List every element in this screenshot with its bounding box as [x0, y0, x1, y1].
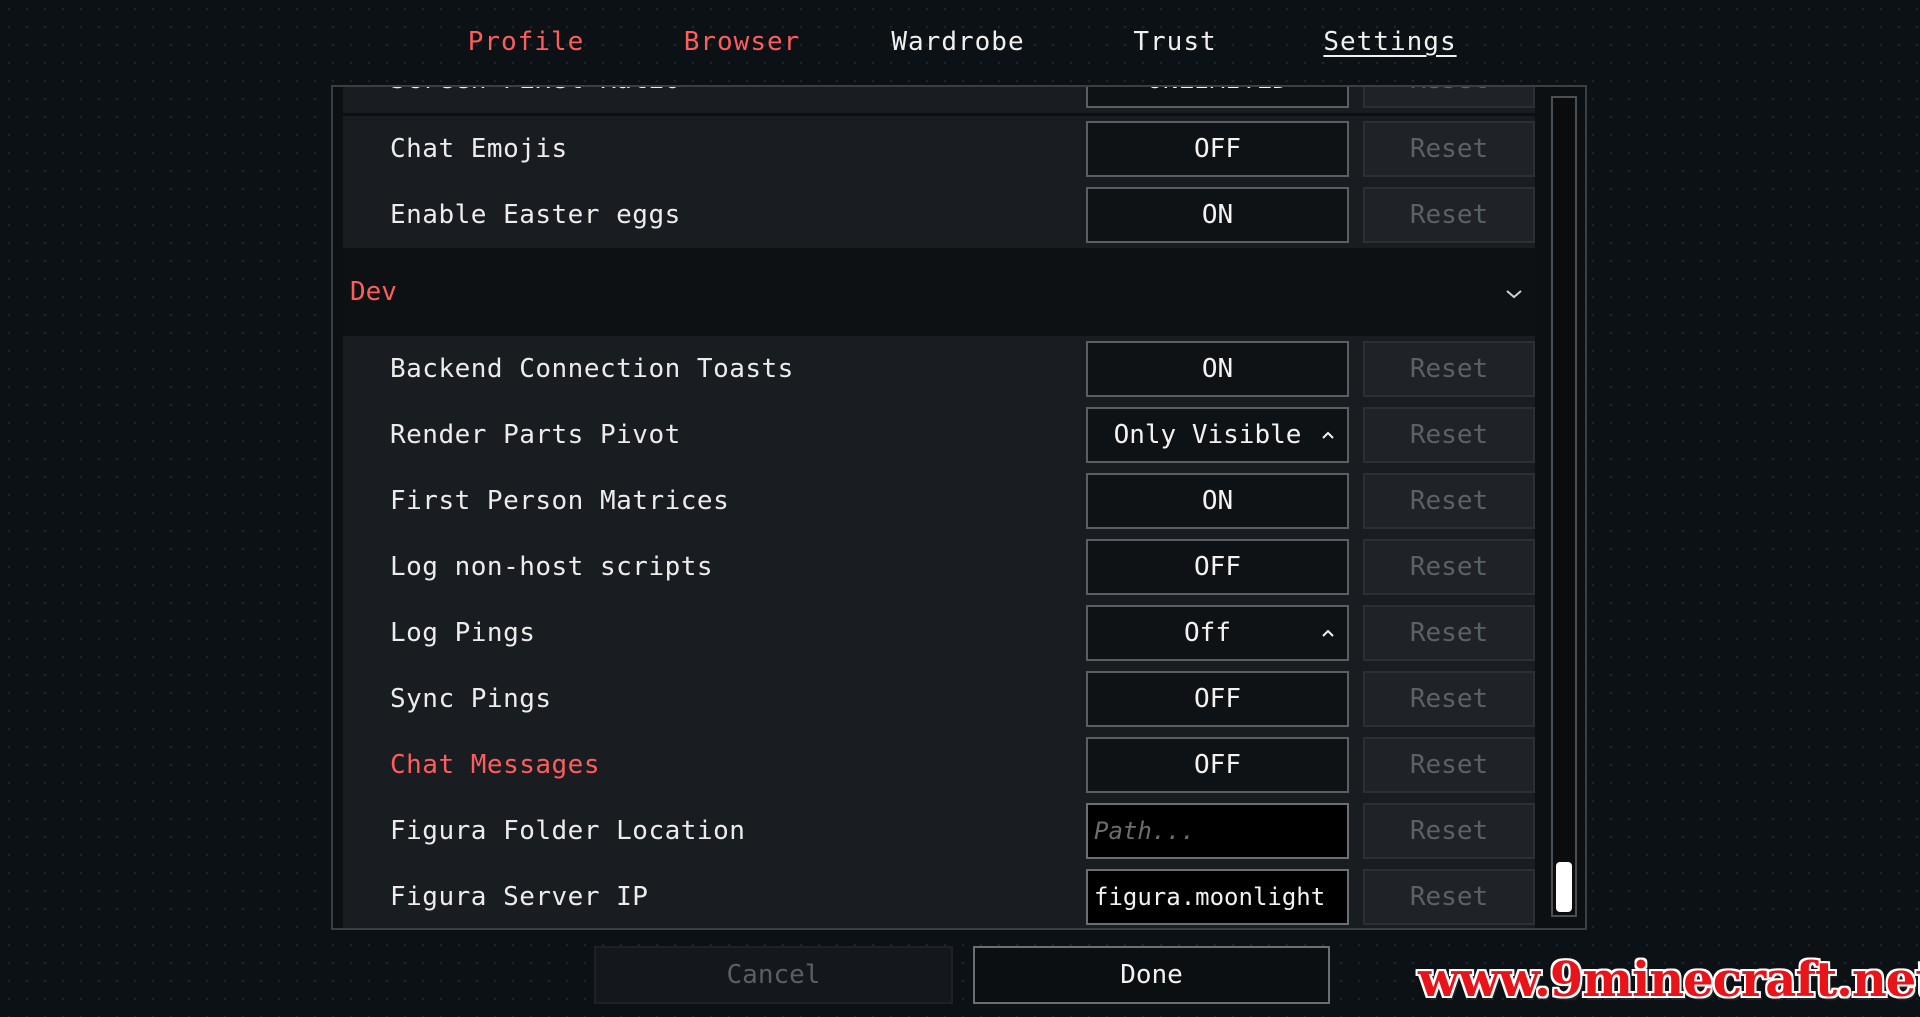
setting-label: Enable Easter eggs: [390, 200, 681, 230]
setting-label: Figura Server IP: [390, 882, 649, 912]
settings-row-chat-emojis: Chat Emojis OFF Reset: [343, 116, 1535, 182]
category-dev[interactable]: Dev: [343, 248, 1535, 336]
settings-row-partial: Screen Pixel Ratio UNLIMITED Reset: [343, 87, 1535, 113]
reset-button[interactable]: Reset: [1363, 121, 1535, 177]
setting-label: Backend Connection Toasts: [390, 354, 794, 384]
category-label: Dev: [350, 277, 397, 307]
settings-row-chat-messages: Chat Messages OFF Reset: [343, 732, 1535, 798]
reset-button[interactable]: Reset: [1363, 187, 1535, 243]
settings-row-sync-pings: Sync Pings OFF Reset: [343, 666, 1535, 732]
settings-row-easter-eggs: Enable Easter eggs ON Reset: [343, 182, 1535, 248]
reset-button[interactable]: Reset: [1363, 869, 1535, 925]
reset-button[interactable]: Reset: [1363, 473, 1535, 529]
dropdown-button[interactable]: Only Visible: [1086, 407, 1349, 463]
reset-button[interactable]: Reset: [1363, 605, 1535, 661]
reset-button[interactable]: Reset: [1363, 87, 1535, 108]
top-tab-bar: Profile Browser Wardrobe Trust Settings: [0, 22, 1920, 62]
dropdown-value: Off: [1184, 618, 1231, 648]
setting-label: First Person Matrices: [390, 486, 730, 516]
cancel-button[interactable]: Cancel: [594, 946, 953, 1004]
setting-label: Log non-host scripts: [390, 552, 714, 582]
settings-list: Screen Pixel Ratio UNLIMITED Reset Chat …: [343, 87, 1535, 928]
settings-row-folder-location: Figura Folder Location Reset: [343, 798, 1535, 864]
folder-path-input[interactable]: [1086, 803, 1349, 859]
setting-label: Screen Pixel Ratio: [390, 87, 681, 113]
settings-row-log-non-host-scripts: Log non-host scripts OFF Reset: [343, 534, 1535, 600]
setting-value-button[interactable]: UNLIMITED: [1086, 87, 1349, 108]
setting-label: Chat Messages: [390, 750, 600, 780]
tab-wardrobe[interactable]: Wardrobe: [880, 22, 1036, 62]
reset-button[interactable]: Reset: [1363, 671, 1535, 727]
setting-label: Chat Emojis: [390, 134, 568, 164]
reset-button[interactable]: Reset: [1363, 341, 1535, 397]
toggle-button[interactable]: ON: [1086, 341, 1349, 397]
chevron-up-icon: [1321, 607, 1335, 659]
done-button[interactable]: Done: [973, 946, 1330, 1004]
chevron-down-icon: [1505, 248, 1523, 336]
scrollbar-thumb[interactable]: [1556, 862, 1572, 912]
settings-row-log-pings: Log Pings Off Reset: [343, 600, 1535, 666]
scrollbar[interactable]: [1551, 96, 1577, 917]
setting-label: Render Parts Pivot: [390, 420, 681, 450]
tab-trust[interactable]: Trust: [1125, 22, 1225, 62]
reset-button[interactable]: Reset: [1363, 737, 1535, 793]
setting-label: Sync Pings: [390, 684, 552, 714]
settings-row-server-ip: Figura Server IP Reset: [343, 864, 1535, 928]
site-watermark: www.9minecraft.net: [1418, 952, 1920, 1008]
tab-browser[interactable]: Browser: [668, 22, 816, 62]
chevron-up-icon: [1321, 409, 1335, 461]
settings-panel: Screen Pixel Ratio UNLIMITED Reset Chat …: [331, 85, 1587, 930]
reset-button[interactable]: Reset: [1363, 803, 1535, 859]
setting-label: Figura Folder Location: [390, 816, 746, 846]
reset-button[interactable]: Reset: [1363, 407, 1535, 463]
toggle-button[interactable]: OFF: [1086, 121, 1349, 177]
settings-row-backend-toasts: Backend Connection Toasts ON Reset: [343, 336, 1535, 402]
toggle-button[interactable]: OFF: [1086, 737, 1349, 793]
server-ip-input[interactable]: [1086, 869, 1349, 925]
settings-row-render-parts-pivot: Render Parts Pivot Only Visible Reset: [343, 402, 1535, 468]
toggle-button[interactable]: OFF: [1086, 539, 1349, 595]
dropdown-value: Only Visible: [1113, 420, 1302, 450]
settings-row-first-person-matrices: First Person Matrices ON Reset: [343, 468, 1535, 534]
dropdown-button[interactable]: Off: [1086, 605, 1349, 661]
tab-profile[interactable]: Profile: [461, 22, 591, 62]
tab-settings[interactable]: Settings: [1323, 22, 1457, 62]
toggle-button[interactable]: OFF: [1086, 671, 1349, 727]
reset-button[interactable]: Reset: [1363, 539, 1535, 595]
setting-label: Log Pings: [390, 618, 536, 648]
toggle-button[interactable]: ON: [1086, 187, 1349, 243]
toggle-button[interactable]: ON: [1086, 473, 1349, 529]
